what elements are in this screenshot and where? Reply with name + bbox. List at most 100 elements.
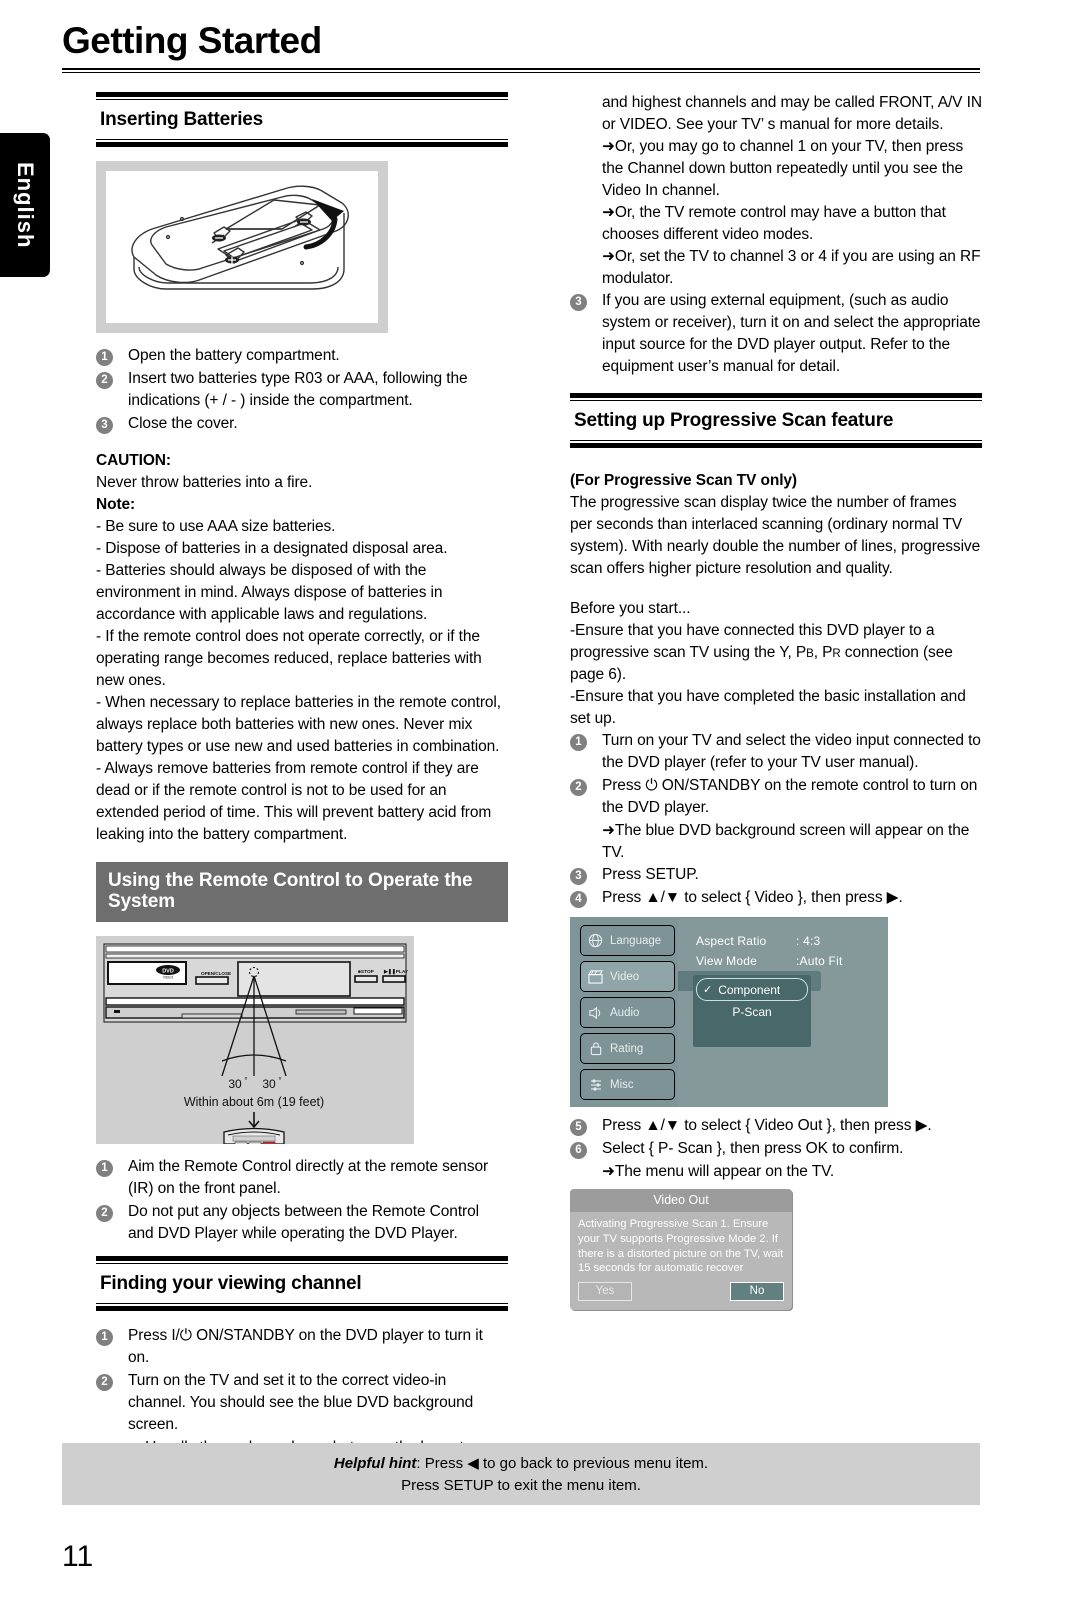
list-item: 3 Press SETUP. (570, 864, 982, 886)
rule (96, 1262, 508, 1264)
pr-subscript: R (832, 648, 841, 660)
step-text: If you are using external equipment, (su… (602, 292, 981, 375)
rule (570, 443, 982, 448)
step-number: 1 (96, 349, 113, 366)
list-item: 1 Press I/⏻ ON/STANDBY on the DVD player… (96, 1325, 508, 1369)
page-number: 11 (62, 1540, 94, 1573)
osd-row-value: : 4:3 (796, 934, 821, 948)
note-label: Note: (96, 496, 136, 513)
caution-label: CAUTION: (96, 452, 171, 469)
list-item: 6 Select { P- Scan }, then press OK to c… (570, 1138, 982, 1160)
finding-channel-steps: 1 Press I/⏻ ON/STANDBY on the DVD player… (96, 1325, 508, 1436)
no-button[interactable]: No (730, 1282, 784, 1302)
video-in-bullet: ➜Or, set the TV to channel 3 or 4 if you… (602, 248, 981, 287)
step-text: Press ⏻ ON/STANDBY on the remote control… (602, 777, 978, 816)
osd-dropdown-item-component[interactable]: ✓ Component (696, 978, 808, 1001)
osd-tab-label: Misc (610, 1078, 634, 1091)
clapperboard-icon (587, 968, 604, 985)
hint-text-1: : Press ◀ to go back to previous menu it… (416, 1455, 709, 1472)
note-item: - Dispose of batteries in a designated d… (96, 540, 448, 557)
step-text: Turn on the TV and set it to the correct… (128, 1371, 474, 1433)
osd-menu-screenshot: Language Video Audio Rating Misc Aspect … (570, 917, 888, 1107)
speaker-icon (587, 1004, 604, 1021)
step-text: Press ▲/▼ to select { Video }, then pres… (602, 889, 903, 906)
step-text: Do not put any objects between the Remot… (128, 1202, 479, 1242)
svg-text:Within about 6m (19 feet): Within about 6m (19 feet) (184, 1095, 324, 1109)
sliders-icon (587, 1076, 604, 1093)
step-number: 1 (96, 1159, 113, 1177)
caution-text: Never throw batteries into a fire. (96, 474, 313, 491)
svg-text:■STOP: ■STOP (358, 969, 375, 975)
page-title: Getting Started (62, 20, 322, 61)
video-in-bullet: ➜Or, you may go to channel 1 on your TV,… (602, 138, 964, 199)
step-number: 4 (570, 891, 587, 908)
list-item: 2 Insert two batteries type R03 or AAA, … (96, 368, 508, 412)
osd-video-out-dropdown: ✓ Component P-Scan (693, 975, 811, 1047)
progressive-steps: 1 Turn on your TV and select the video i… (570, 730, 982, 909)
title-rule-lower (62, 72, 980, 73)
before-you-start-label: Before you start... (570, 600, 691, 617)
progressive-intro: The progressive scan display twice the n… (570, 494, 981, 577)
svg-text:VIDEO: VIDEO (163, 975, 174, 979)
step-number: 2 (570, 779, 587, 796)
osd-row-label: Aspect Ratio (696, 934, 767, 948)
section-heading-progressive-scan: Setting up Progressive Scan feature (570, 393, 982, 448)
operating-range-svg: DVD VIDEO OPEN/CLOSE ■STOP ▶❚❚PLAY 30 ° … (96, 935, 414, 1144)
rule (96, 1255, 508, 1261)
step2-arrow-note: ➜The blue DVD background screen will app… (602, 822, 970, 861)
osd-row-label: View Mode (696, 954, 757, 968)
progressive-subhead: (For Progressive Scan TV only) (570, 472, 797, 489)
step-number: 2 (96, 1204, 113, 1222)
pb-subscript: B (806, 648, 814, 660)
osd-tab-video[interactable]: Video (580, 961, 675, 992)
using-remote-steps: 1 Aim the Remote Control directly at the… (96, 1156, 508, 1245)
step-number: 1 (96, 1328, 113, 1346)
check-icon: ✓ (703, 984, 713, 996)
hint-label: Helpful hint (333, 1455, 417, 1472)
helpful-hint-bar: Helpful hint: Press ◀ to go back to prev… (62, 1443, 980, 1505)
list-item: 4 Press ▲/▼ to select { Video }, then pr… (570, 887, 982, 909)
heading-text: Finding your viewing channel (100, 1272, 362, 1294)
step-text: Insert two batteries type R03 or AAA, fo… (128, 370, 468, 409)
hint-line-2: Press SETUP to exit the menu item. (401, 1476, 641, 1494)
step-number: 3 (570, 868, 587, 885)
list-item: 1 Open the battery compartment. (96, 345, 508, 367)
osd-tab-language[interactable]: Language (580, 925, 675, 956)
video-out-dialog-screenshot: Video Out Activating Progressive Scan 1.… (570, 1189, 792, 1311)
step-text: Open the battery compartment. (128, 347, 340, 364)
osd-tab-misc[interactable]: Misc (580, 1069, 675, 1100)
prerequisite-2: -Ensure that you have completed the basi… (570, 688, 966, 727)
osd-tab-rating[interactable]: Rating (580, 1033, 675, 1064)
rule (570, 400, 982, 401)
step-number: 3 (570, 294, 587, 311)
list-item: 2 Turn on the TV and set it to the corre… (96, 1370, 508, 1436)
section-heading-finding-channel: Finding your viewing channel (96, 1255, 508, 1311)
step-text: Aim the Remote Control directly at the r… (128, 1157, 489, 1197)
note-item: - If the remote control does not operate… (96, 628, 482, 689)
rule (96, 99, 508, 100)
rule (96, 1302, 508, 1304)
osd-row-view-mode[interactable]: View Mode :Auto Fit (696, 951, 888, 971)
step-number: 3 (96, 417, 113, 434)
step-number: 6 (570, 1142, 587, 1159)
osd-tab-label: Audio (610, 1006, 640, 1019)
osd-tab-audio[interactable]: Audio (580, 997, 675, 1028)
left-column: Inserting Batteries 1 Open the battery c… (96, 92, 508, 1459)
section-heading-using-remote: Using the Remote Control to Operate the … (96, 862, 508, 922)
svg-text:▶❚❚PLAY: ▶❚❚PLAY (383, 969, 409, 975)
osd-tab-label: Video (610, 970, 640, 983)
section-heading-inserting-batteries: Inserting Batteries (96, 92, 508, 147)
note-item: - Always remove batteries from remote co… (96, 760, 492, 843)
list-item: 1 Turn on your TV and select the video i… (570, 730, 982, 774)
osd-dropdown-item-p-scan[interactable]: P-Scan (693, 1001, 811, 1022)
osd-row-aspect-ratio[interactable]: Aspect Ratio : 4:3 (696, 931, 888, 951)
note-item: - Batteries should always be disposed of… (96, 562, 443, 623)
step-text: Close the cover. (128, 415, 238, 432)
yes-button[interactable]: Yes (578, 1282, 632, 1302)
rule (96, 139, 508, 140)
list-item: 3 Close the cover. (96, 413, 508, 435)
rule (96, 142, 508, 147)
dialog-button-row: Yes No (570, 1280, 792, 1310)
heading-text: Setting up Progressive Scan feature (574, 410, 894, 431)
remote-operating-range-illustration: DVD VIDEO OPEN/CLOSE ■STOP ▶❚❚PLAY 30 ° … (96, 935, 414, 1144)
